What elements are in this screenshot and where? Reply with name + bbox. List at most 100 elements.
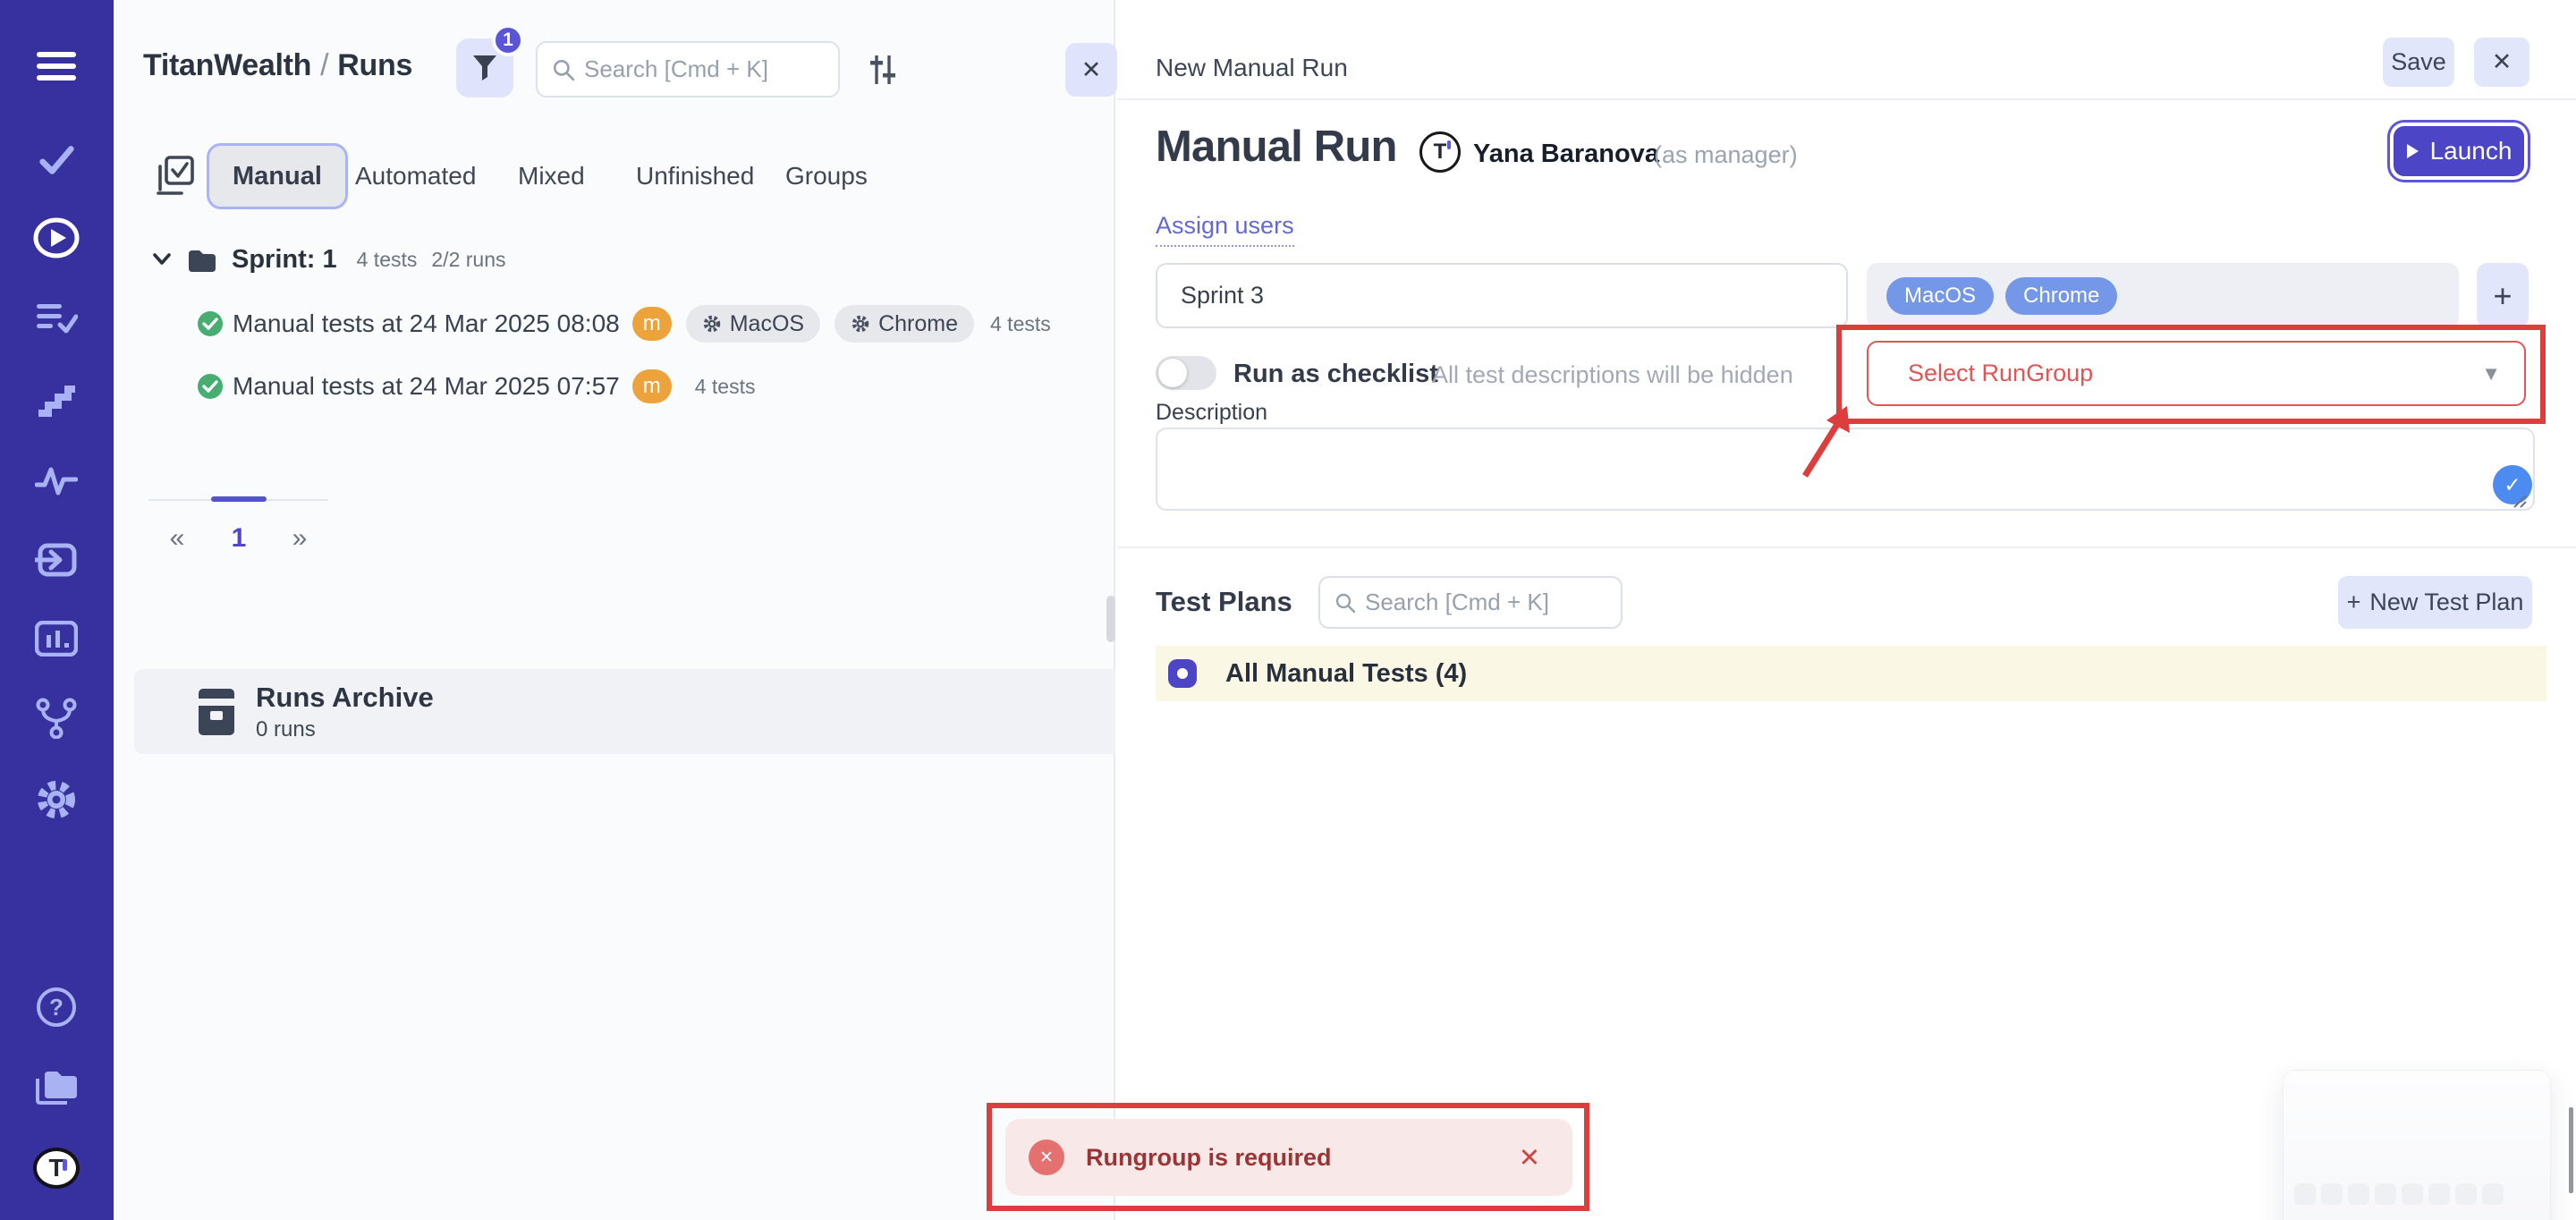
screenshot-preview-ghost (2283, 1070, 2551, 1220)
tab-unfinished[interactable]: Unfinished (636, 143, 754, 209)
runs-search (536, 41, 840, 97)
pagination-page-1[interactable]: 1 (221, 523, 257, 554)
resize-handle[interactable] (2511, 492, 2527, 508)
branch-icon[interactable] (33, 695, 80, 741)
pagination-active-indicator (211, 496, 267, 502)
avatar: T (1419, 131, 1461, 173)
env-chip-chrome[interactable]: Chrome (2005, 277, 2117, 315)
env-badge-macos: MacOS (686, 305, 820, 343)
panel-title: New Manual Run (1156, 54, 1348, 82)
sign-in-icon[interactable] (33, 537, 80, 583)
gear-icon (851, 314, 870, 334)
manager-name: Yana Baranova (1473, 140, 1659, 169)
tree-folder-sprint-1[interactable]: Sprint: 1 4 tests 2/2 runs (114, 240, 1115, 279)
run-row[interactable]: Manual tests at 24 Mar 2025 07:57 m 4 te… (197, 368, 1109, 405)
search-icon (1335, 592, 1356, 614)
folder-icon (187, 247, 216, 272)
toast-message: Rungroup is required (1086, 1144, 1519, 1172)
brand-logo[interactable]: T (33, 1145, 80, 1191)
test-plan-label: All Manual Tests (4) (1225, 659, 1467, 689)
check-icon[interactable] (33, 136, 80, 182)
run-row[interactable]: Manual tests at 24 Mar 2025 08:08 m MacO… (197, 305, 1109, 343)
help-icon[interactable]: ? (33, 984, 80, 1030)
tab-automated[interactable]: Automated (355, 143, 476, 209)
folder-runs-count: 2/2 runs (431, 248, 505, 272)
section-divider (1117, 546, 2576, 548)
brand-letter: T (48, 1156, 64, 1181)
chevron-down-icon[interactable] (151, 251, 173, 267)
rungroup-select[interactable]: Select RunGroup ▼ (1867, 341, 2526, 406)
test-plans-search-input[interactable] (1365, 589, 1589, 616)
status-passed-icon (197, 373, 224, 400)
run-title: Manual tests at 24 Mar 2025 07:57 (233, 372, 620, 401)
assign-users-link[interactable]: Assign users (1156, 212, 1294, 247)
manager-badge: m (632, 307, 672, 341)
env-chip-macos[interactable]: MacOS (1886, 277, 1994, 315)
test-plan-row-all-manual[interactable]: All Manual Tests (4) (1156, 646, 2546, 701)
archive-title: Runs Archive (256, 682, 434, 714)
test-plans-search (1318, 576, 1623, 629)
checklist-label: Run as checklist (1233, 360, 1438, 389)
close-icon: ✕ (1081, 56, 1102, 84)
screen-edge-sliver (2569, 1107, 2573, 1193)
run-title: Manual tests at 24 Mar 2025 08:08 (233, 309, 620, 338)
list-check-icon[interactable] (33, 296, 80, 343)
folder-nav-icon[interactable] (33, 1063, 80, 1110)
manager-badge: m (632, 369, 672, 403)
steps-icon[interactable] (33, 376, 80, 422)
launch-button[interactable]: Launch (2394, 126, 2524, 176)
sidebar: ? T (0, 0, 114, 1220)
runs-tabs: Manual Automated Mixed Unfinished Groups (114, 143, 1115, 211)
tab-manual[interactable]: Manual (207, 143, 348, 209)
run-name-input[interactable] (1156, 263, 1848, 328)
new-test-plan-button[interactable]: + New Test Plan (2338, 576, 2532, 629)
gear-icon[interactable] (33, 776, 80, 823)
app-root: ? T TitanWealth/Runs 1 ✕ Man (0, 0, 2576, 1220)
status-passed-icon (197, 310, 224, 337)
tab-mixed[interactable]: Mixed (518, 143, 585, 209)
error-circle-icon: ✕ (1029, 1140, 1064, 1175)
test-plan-radio[interactable] (1168, 659, 1197, 688)
view-settings-icon[interactable] (863, 50, 902, 89)
test-plans-heading: Test Plans (1156, 586, 1292, 618)
caret-down-icon: ▼ (2481, 362, 2501, 385)
environments-field[interactable]: MacOS Chrome (1867, 263, 2459, 328)
toast-close-button[interactable]: ✕ (1519, 1142, 1540, 1173)
new-manual-run-panel: New Manual Run Save ✕ Manual Run T Yana … (1117, 0, 2576, 1220)
panel-close-button[interactable]: ✕ (2474, 38, 2529, 87)
breadcrumb: TitanWealth/Runs (143, 48, 412, 83)
pagination-prev-button[interactable]: « (159, 523, 195, 554)
runs-archive-row[interactable]: Runs Archive 0 runs (134, 669, 1115, 754)
select-runs-icon[interactable] (157, 156, 194, 197)
run-as-checklist-toggle[interactable] (1156, 356, 1216, 390)
panel-scrollbar-thumb[interactable] (1106, 596, 1115, 642)
tab-groups[interactable]: Groups (785, 143, 868, 209)
menu-icon[interactable] (33, 43, 80, 89)
search-icon (552, 58, 575, 81)
description-textarea[interactable] (1156, 428, 2535, 511)
play-icon (2406, 143, 2419, 159)
question-glyph: ? (49, 994, 64, 1021)
run-tests-count: 4 tests (990, 312, 1051, 336)
breadcrumb-project[interactable]: TitanWealth (143, 48, 311, 82)
save-button[interactable]: Save (2383, 38, 2454, 87)
pagination-next-button[interactable]: » (282, 523, 318, 554)
manager-role: (as manager) (1654, 141, 1798, 169)
run-form-title: Manual Run (1156, 122, 1397, 172)
collapse-panel-button[interactable]: ✕ (1065, 43, 1117, 97)
filter-count-badge: 1 (492, 24, 524, 56)
add-environment-button[interactable]: + (2477, 263, 2529, 328)
rungroup-placeholder: Select RunGroup (1908, 360, 2481, 387)
header-divider (1117, 98, 2576, 100)
play-circle-icon[interactable] (33, 215, 80, 261)
error-toast: ✕ Rungroup is required ✕ (1005, 1119, 1572, 1196)
folder-tests-count: 4 tests (357, 248, 418, 272)
archive-icon (199, 689, 234, 735)
filter-button[interactable]: 1 (456, 38, 513, 97)
env-badge-chrome: Chrome (835, 305, 974, 343)
activity-icon[interactable] (33, 456, 80, 503)
bar-chart-icon[interactable] (33, 615, 80, 662)
description-label: Description (1156, 400, 1267, 426)
runs-search-input[interactable] (584, 55, 817, 83)
breadcrumb-separator: / (311, 48, 337, 82)
